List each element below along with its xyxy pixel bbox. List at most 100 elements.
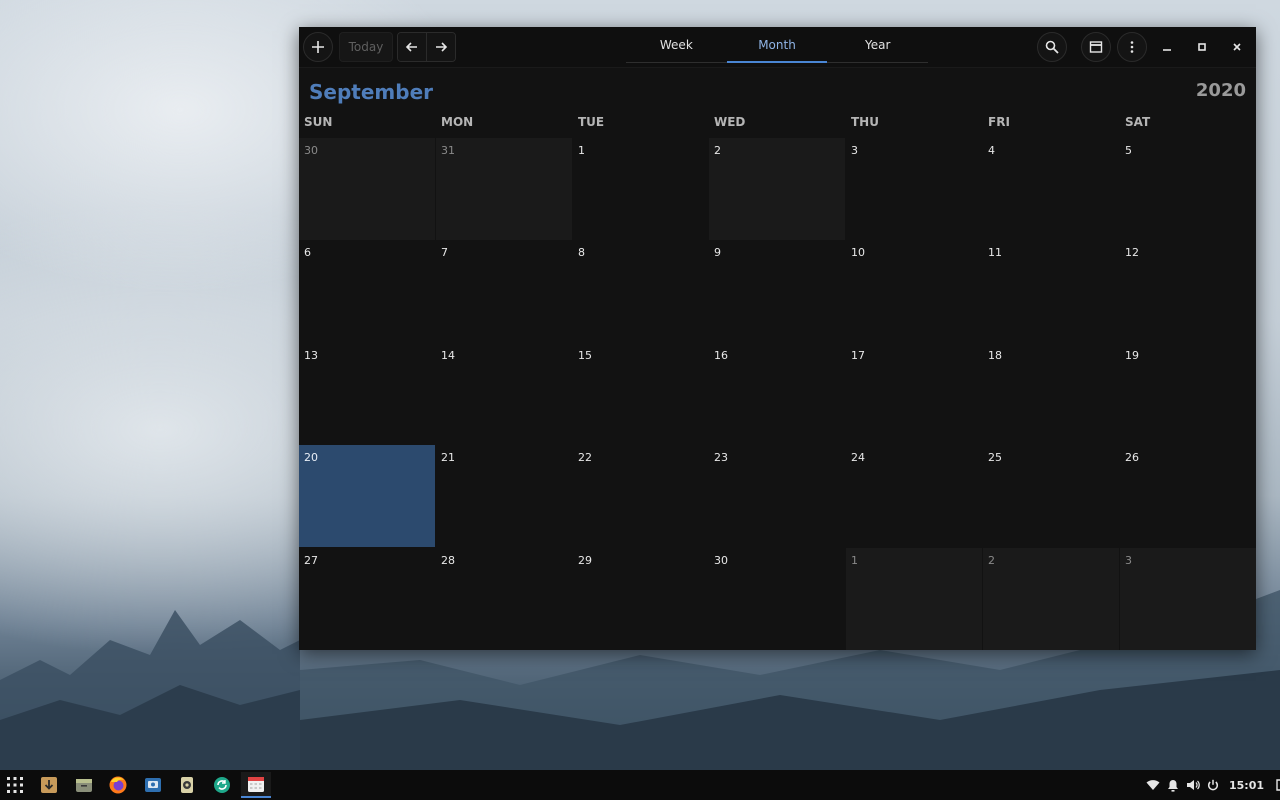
day-number: 4 bbox=[988, 144, 995, 157]
power-button[interactable] bbox=[1203, 779, 1223, 791]
next-button[interactable] bbox=[426, 33, 455, 61]
day-cell[interactable]: 5 bbox=[1120, 138, 1256, 240]
day-cell[interactable]: 30 bbox=[299, 138, 435, 240]
day-cell[interactable]: 6 bbox=[299, 240, 435, 342]
day-number: 10 bbox=[851, 246, 865, 259]
day-number: 14 bbox=[441, 349, 455, 362]
day-cell[interactable]: 29 bbox=[573, 548, 708, 650]
day-cell[interactable]: 21 bbox=[436, 445, 572, 547]
show-desktop-button[interactable] bbox=[1274, 779, 1280, 791]
weekday-label: SAT bbox=[1125, 115, 1151, 129]
day-cell[interactable]: 4 bbox=[983, 138, 1119, 240]
day-cell[interactable]: 22 bbox=[573, 445, 708, 547]
speaker-device-icon bbox=[181, 777, 193, 793]
download-icon bbox=[41, 777, 57, 793]
minimize-button[interactable] bbox=[1152, 32, 1182, 62]
day-cell[interactable]: 25 bbox=[983, 445, 1119, 547]
day-number: 16 bbox=[714, 349, 728, 362]
firefox-icon bbox=[109, 776, 127, 794]
tab-year[interactable]: Year bbox=[827, 27, 928, 62]
day-number: 30 bbox=[304, 144, 318, 157]
headerbar: Today Week Month Year bbox=[299, 27, 1256, 68]
tab-week[interactable]: Week bbox=[626, 27, 727, 62]
day-cell[interactable]: 11 bbox=[983, 240, 1119, 342]
day-cell[interactable]: 1 bbox=[846, 548, 982, 650]
add-event-button[interactable] bbox=[303, 32, 333, 62]
day-cell[interactable]: 26 bbox=[1120, 445, 1256, 547]
weekday-header-row: SUN MON TUE WED THU FRI SAT bbox=[299, 115, 1256, 137]
taskbar-file-manager[interactable] bbox=[69, 772, 99, 798]
day-number: 1 bbox=[578, 144, 585, 157]
day-cell[interactable]: 14 bbox=[436, 343, 572, 444]
day-cell[interactable]: 30 bbox=[709, 548, 845, 650]
wifi-icon bbox=[1146, 780, 1160, 790]
main-menu-button[interactable] bbox=[1117, 32, 1147, 62]
day-cell[interactable]: 1 bbox=[573, 138, 708, 240]
wifi-button[interactable] bbox=[1143, 779, 1163, 791]
day-cell[interactable]: 15 bbox=[573, 343, 708, 444]
day-cell[interactable]: 18 bbox=[983, 343, 1119, 444]
logout-icon bbox=[1276, 779, 1280, 791]
taskbar-firefox[interactable] bbox=[103, 772, 133, 798]
notifications-button[interactable] bbox=[1163, 779, 1183, 792]
day-cell[interactable]: 3 bbox=[846, 138, 982, 240]
day-number: 3 bbox=[851, 144, 858, 157]
plus-icon bbox=[312, 41, 324, 53]
day-cell[interactable]: 10 bbox=[846, 240, 982, 342]
volume-icon bbox=[1187, 780, 1200, 790]
day-number: 18 bbox=[988, 349, 1002, 362]
taskbar-download-manager[interactable] bbox=[34, 772, 64, 798]
weekday-label: SUN bbox=[304, 115, 333, 129]
kebab-menu-icon bbox=[1130, 41, 1134, 53]
day-cell[interactable]: 16 bbox=[709, 343, 845, 444]
day-number: 6 bbox=[304, 246, 311, 259]
weekday-label: WED bbox=[714, 115, 746, 129]
day-number: 3 bbox=[1125, 554, 1132, 567]
day-cell[interactable]: 2 bbox=[709, 138, 845, 240]
volume-button[interactable] bbox=[1183, 779, 1203, 791]
day-number: 23 bbox=[714, 451, 728, 464]
taskbar: 15:01 bbox=[0, 770, 1280, 800]
nav-button-group bbox=[397, 32, 456, 62]
month-header: September 2020 bbox=[299, 68, 1256, 106]
today-button[interactable]: Today bbox=[339, 32, 393, 62]
day-cell[interactable]: 20 bbox=[299, 445, 435, 547]
day-cell[interactable]: 31 bbox=[436, 138, 572, 240]
day-cell[interactable]: 13 bbox=[299, 343, 435, 444]
day-cell[interactable]: 28 bbox=[436, 548, 572, 650]
day-number: 20 bbox=[304, 451, 318, 464]
weekday-label: TUE bbox=[578, 115, 605, 129]
day-cell[interactable]: 12 bbox=[1120, 240, 1256, 342]
maximize-button[interactable] bbox=[1187, 32, 1217, 62]
day-cell[interactable]: 19 bbox=[1120, 343, 1256, 444]
power-icon bbox=[1207, 779, 1219, 791]
app-launcher-button[interactable] bbox=[0, 772, 30, 798]
day-cell[interactable]: 2 bbox=[983, 548, 1119, 650]
day-number: 12 bbox=[1125, 246, 1139, 259]
day-cell[interactable]: 3 bbox=[1120, 548, 1256, 650]
day-cell[interactable]: 9 bbox=[709, 240, 845, 342]
close-button[interactable] bbox=[1222, 32, 1252, 62]
taskbar-update-manager[interactable] bbox=[207, 772, 237, 798]
calendar-settings-button[interactable] bbox=[1081, 32, 1111, 62]
day-number: 28 bbox=[441, 554, 455, 567]
day-cell[interactable]: 23 bbox=[709, 445, 845, 547]
previous-button[interactable] bbox=[398, 33, 426, 61]
folder-icon bbox=[76, 779, 92, 792]
taskbar-music-player[interactable] bbox=[172, 772, 202, 798]
arrow-right-icon bbox=[436, 42, 448, 52]
day-cell[interactable]: 27 bbox=[299, 548, 435, 650]
day-number: 11 bbox=[988, 246, 1002, 259]
tab-month[interactable]: Month bbox=[726, 27, 828, 63]
day-number: 9 bbox=[714, 246, 721, 259]
taskbar-software-center[interactable] bbox=[138, 772, 168, 798]
day-cell[interactable]: 17 bbox=[846, 343, 982, 444]
package-icon bbox=[145, 778, 161, 792]
taskbar-calendar[interactable] bbox=[241, 772, 271, 798]
day-cell[interactable]: 24 bbox=[846, 445, 982, 547]
search-button[interactable] bbox=[1037, 32, 1067, 62]
day-number: 21 bbox=[441, 451, 455, 464]
day-cell[interactable]: 8 bbox=[573, 240, 708, 342]
day-cell[interactable]: 7 bbox=[436, 240, 572, 342]
clock[interactable]: 15:01 bbox=[1229, 779, 1264, 792]
